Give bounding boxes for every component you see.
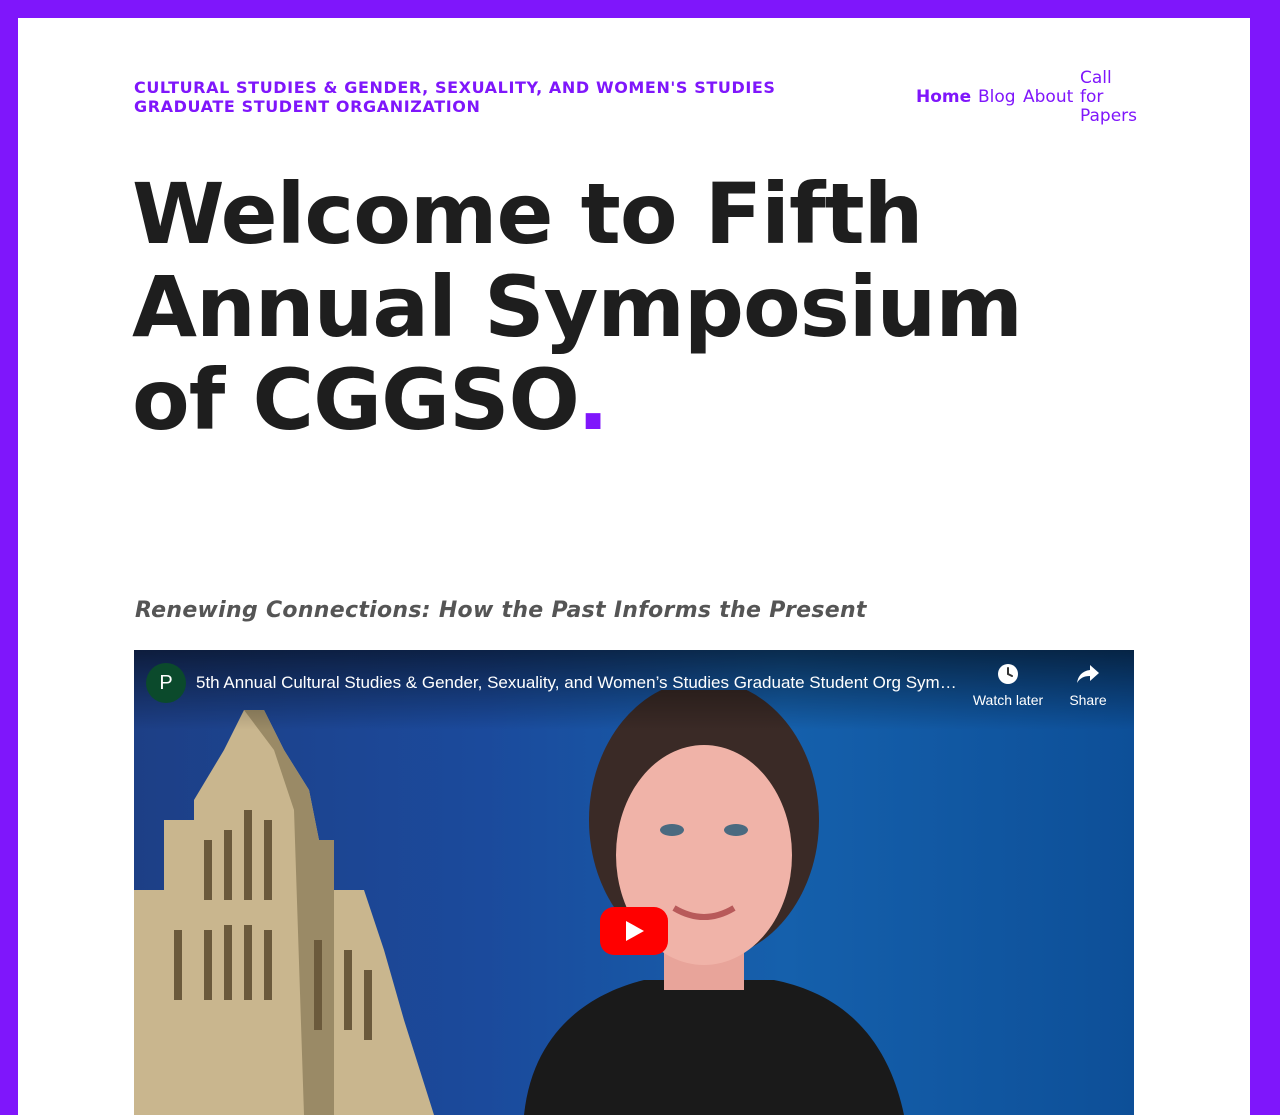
- share-arrow-icon: [1077, 665, 1099, 683]
- play-icon: [626, 921, 644, 941]
- page-heading: Welcome to Fifth Annual Symposium of CGG…: [132, 168, 1032, 447]
- page-border-top: [0, 0, 1280, 18]
- site-title[interactable]: CULTURAL STUDIES & GENDER, SEXUALITY, AN…: [134, 78, 874, 116]
- watch-later-label: Watch later: [972, 692, 1044, 708]
- heading-accent-dot: .: [577, 351, 609, 449]
- page-border-right: [1250, 0, 1280, 1115]
- clock-icon: [998, 664, 1018, 684]
- cathedral-tower-image: [134, 710, 434, 1115]
- nav-call-for-papers[interactable]: Call for Papers: [1080, 69, 1140, 126]
- page-subtitle: Renewing Connections: How the Past Infor…: [135, 598, 867, 623]
- nav-blog[interactable]: Blog: [978, 88, 1016, 107]
- channel-avatar[interactable]: P: [146, 663, 186, 703]
- speaker-image: [524, 690, 904, 1115]
- page-border-left: [0, 0, 18, 1115]
- video-title[interactable]: 5th Annual Cultural Studies & Gender, Se…: [196, 672, 966, 694]
- share-button[interactable]: Share: [1043, 662, 1133, 708]
- nav-home[interactable]: Home: [916, 88, 971, 107]
- play-button[interactable]: [600, 907, 668, 955]
- nav-about[interactable]: About: [1023, 88, 1073, 107]
- watch-later-button[interactable]: Watch later: [963, 662, 1053, 708]
- share-label: Share: [1069, 692, 1107, 708]
- youtube-video-embed[interactable]: P 5th Annual Cultural Studies & Gender, …: [134, 650, 1134, 1115]
